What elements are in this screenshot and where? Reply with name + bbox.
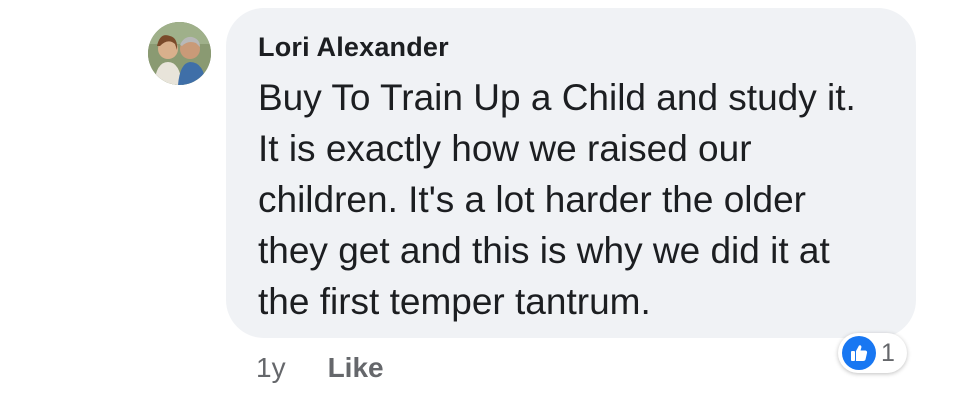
comment-container: Lori Alexander Buy To Train Up a Child a… bbox=[0, 0, 960, 405]
like-button[interactable]: Like bbox=[328, 352, 384, 384]
comment-actions: 1y Like bbox=[256, 350, 384, 386]
avatar-photo bbox=[148, 22, 211, 85]
comment-bubble: Lori Alexander Buy To Train Up a Child a… bbox=[226, 8, 916, 338]
comment-timestamp[interactable]: 1y bbox=[256, 352, 286, 384]
comment-author[interactable]: Lori Alexander bbox=[258, 30, 886, 64]
avatar[interactable] bbox=[148, 22, 211, 85]
reaction-count: 1 bbox=[881, 338, 895, 367]
thumbs-up-icon bbox=[842, 336, 876, 370]
comment-text: Buy To Train Up a Child and study it. It… bbox=[258, 77, 856, 322]
reaction-summary[interactable]: 1 bbox=[838, 333, 907, 373]
